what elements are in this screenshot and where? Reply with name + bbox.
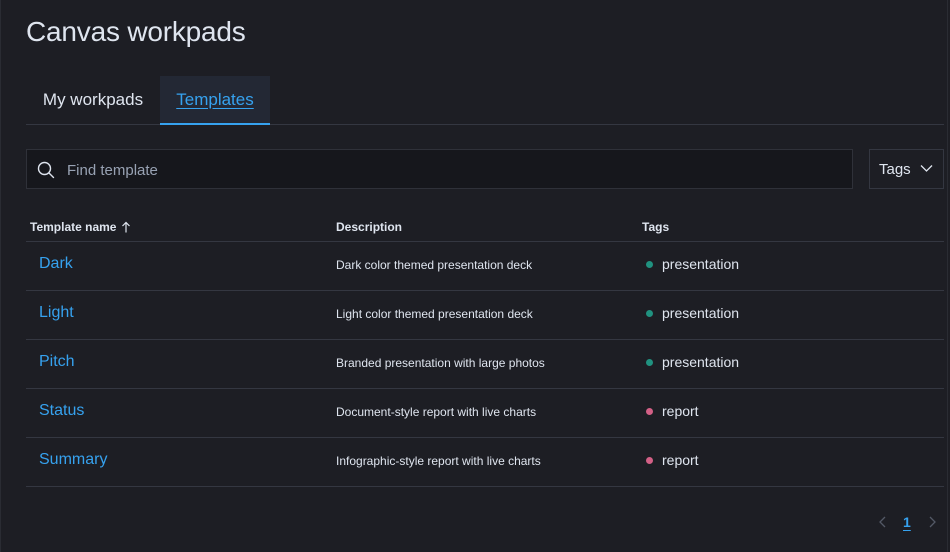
tab-bar: My workpads Templates [26, 76, 944, 125]
tag-color-dot [646, 261, 653, 268]
tag-color-dot [646, 359, 653, 366]
tag-color-dot [646, 457, 653, 464]
column-header-tags: Tags [642, 220, 670, 234]
page-number-button[interactable]: 1 [903, 514, 911, 530]
table-header: Template name Description Tags [26, 212, 944, 242]
table-row: Summary Infographic-style report with li… [26, 437, 944, 487]
tag-color-dot [646, 310, 653, 317]
search-box [26, 149, 853, 190]
template-name-link[interactable]: Status [39, 402, 84, 420]
chevron-left-icon[interactable] [877, 515, 889, 529]
template-description: Light color themed presentation deck [336, 307, 533, 321]
table-row: Light Light color themed presentation de… [26, 290, 944, 340]
pagination: 1 [0, 510, 950, 534]
search-input[interactable] [65, 150, 839, 190]
tag-label: presentation [662, 354, 740, 370]
chevron-right-icon[interactable] [926, 515, 938, 529]
tag-badge[interactable]: presentation [646, 256, 739, 272]
template-description: Infographic-style report with live chart… [336, 454, 541, 468]
sort-up-arrow-icon [122, 221, 131, 233]
tag-badge[interactable]: presentation [646, 354, 739, 370]
tag-label: presentation [662, 305, 740, 321]
tab-templates[interactable]: Templates [160, 76, 270, 125]
table-row: Pitch Branded presentation with large ph… [26, 339, 944, 389]
tag-color-dot [646, 408, 653, 415]
template-name-link[interactable]: Summary [39, 451, 107, 469]
tag-badge[interactable]: presentation [646, 305, 739, 321]
column-header-label: Template name [30, 220, 117, 234]
tags-filter-label: Tags [879, 161, 911, 178]
column-header-template-name[interactable]: Template name [30, 220, 131, 234]
tag-label: report [662, 452, 699, 468]
template-name-link[interactable]: Light [39, 304, 74, 322]
search-icon [37, 161, 55, 179]
tab-templates-label: Templates [176, 90, 254, 109]
tab-my-workpads[interactable]: My workpads [26, 76, 160, 124]
tag-badge[interactable]: report [646, 452, 699, 468]
tag-label: report [662, 403, 699, 419]
tag-badge[interactable]: report [646, 403, 699, 419]
template-name-link[interactable]: Dark [39, 255, 73, 273]
column-header-description: Description [336, 220, 403, 234]
chevron-down-icon [920, 165, 933, 172]
page-title: Canvas workpads [26, 16, 246, 47]
table-row: Status Document-style report with live c… [26, 388, 944, 438]
tags-filter-button[interactable]: Tags [869, 149, 944, 189]
template-name-link[interactable]: Pitch [39, 353, 75, 371]
template-description: Dark color themed presentation deck [336, 258, 533, 272]
template-description: Branded presentation with large photos [336, 356, 545, 370]
table-row: Dark Dark color themed presentation deck… [26, 241, 944, 291]
tag-label: presentation [662, 256, 740, 272]
template-description: Document-style report with live charts [336, 405, 537, 419]
